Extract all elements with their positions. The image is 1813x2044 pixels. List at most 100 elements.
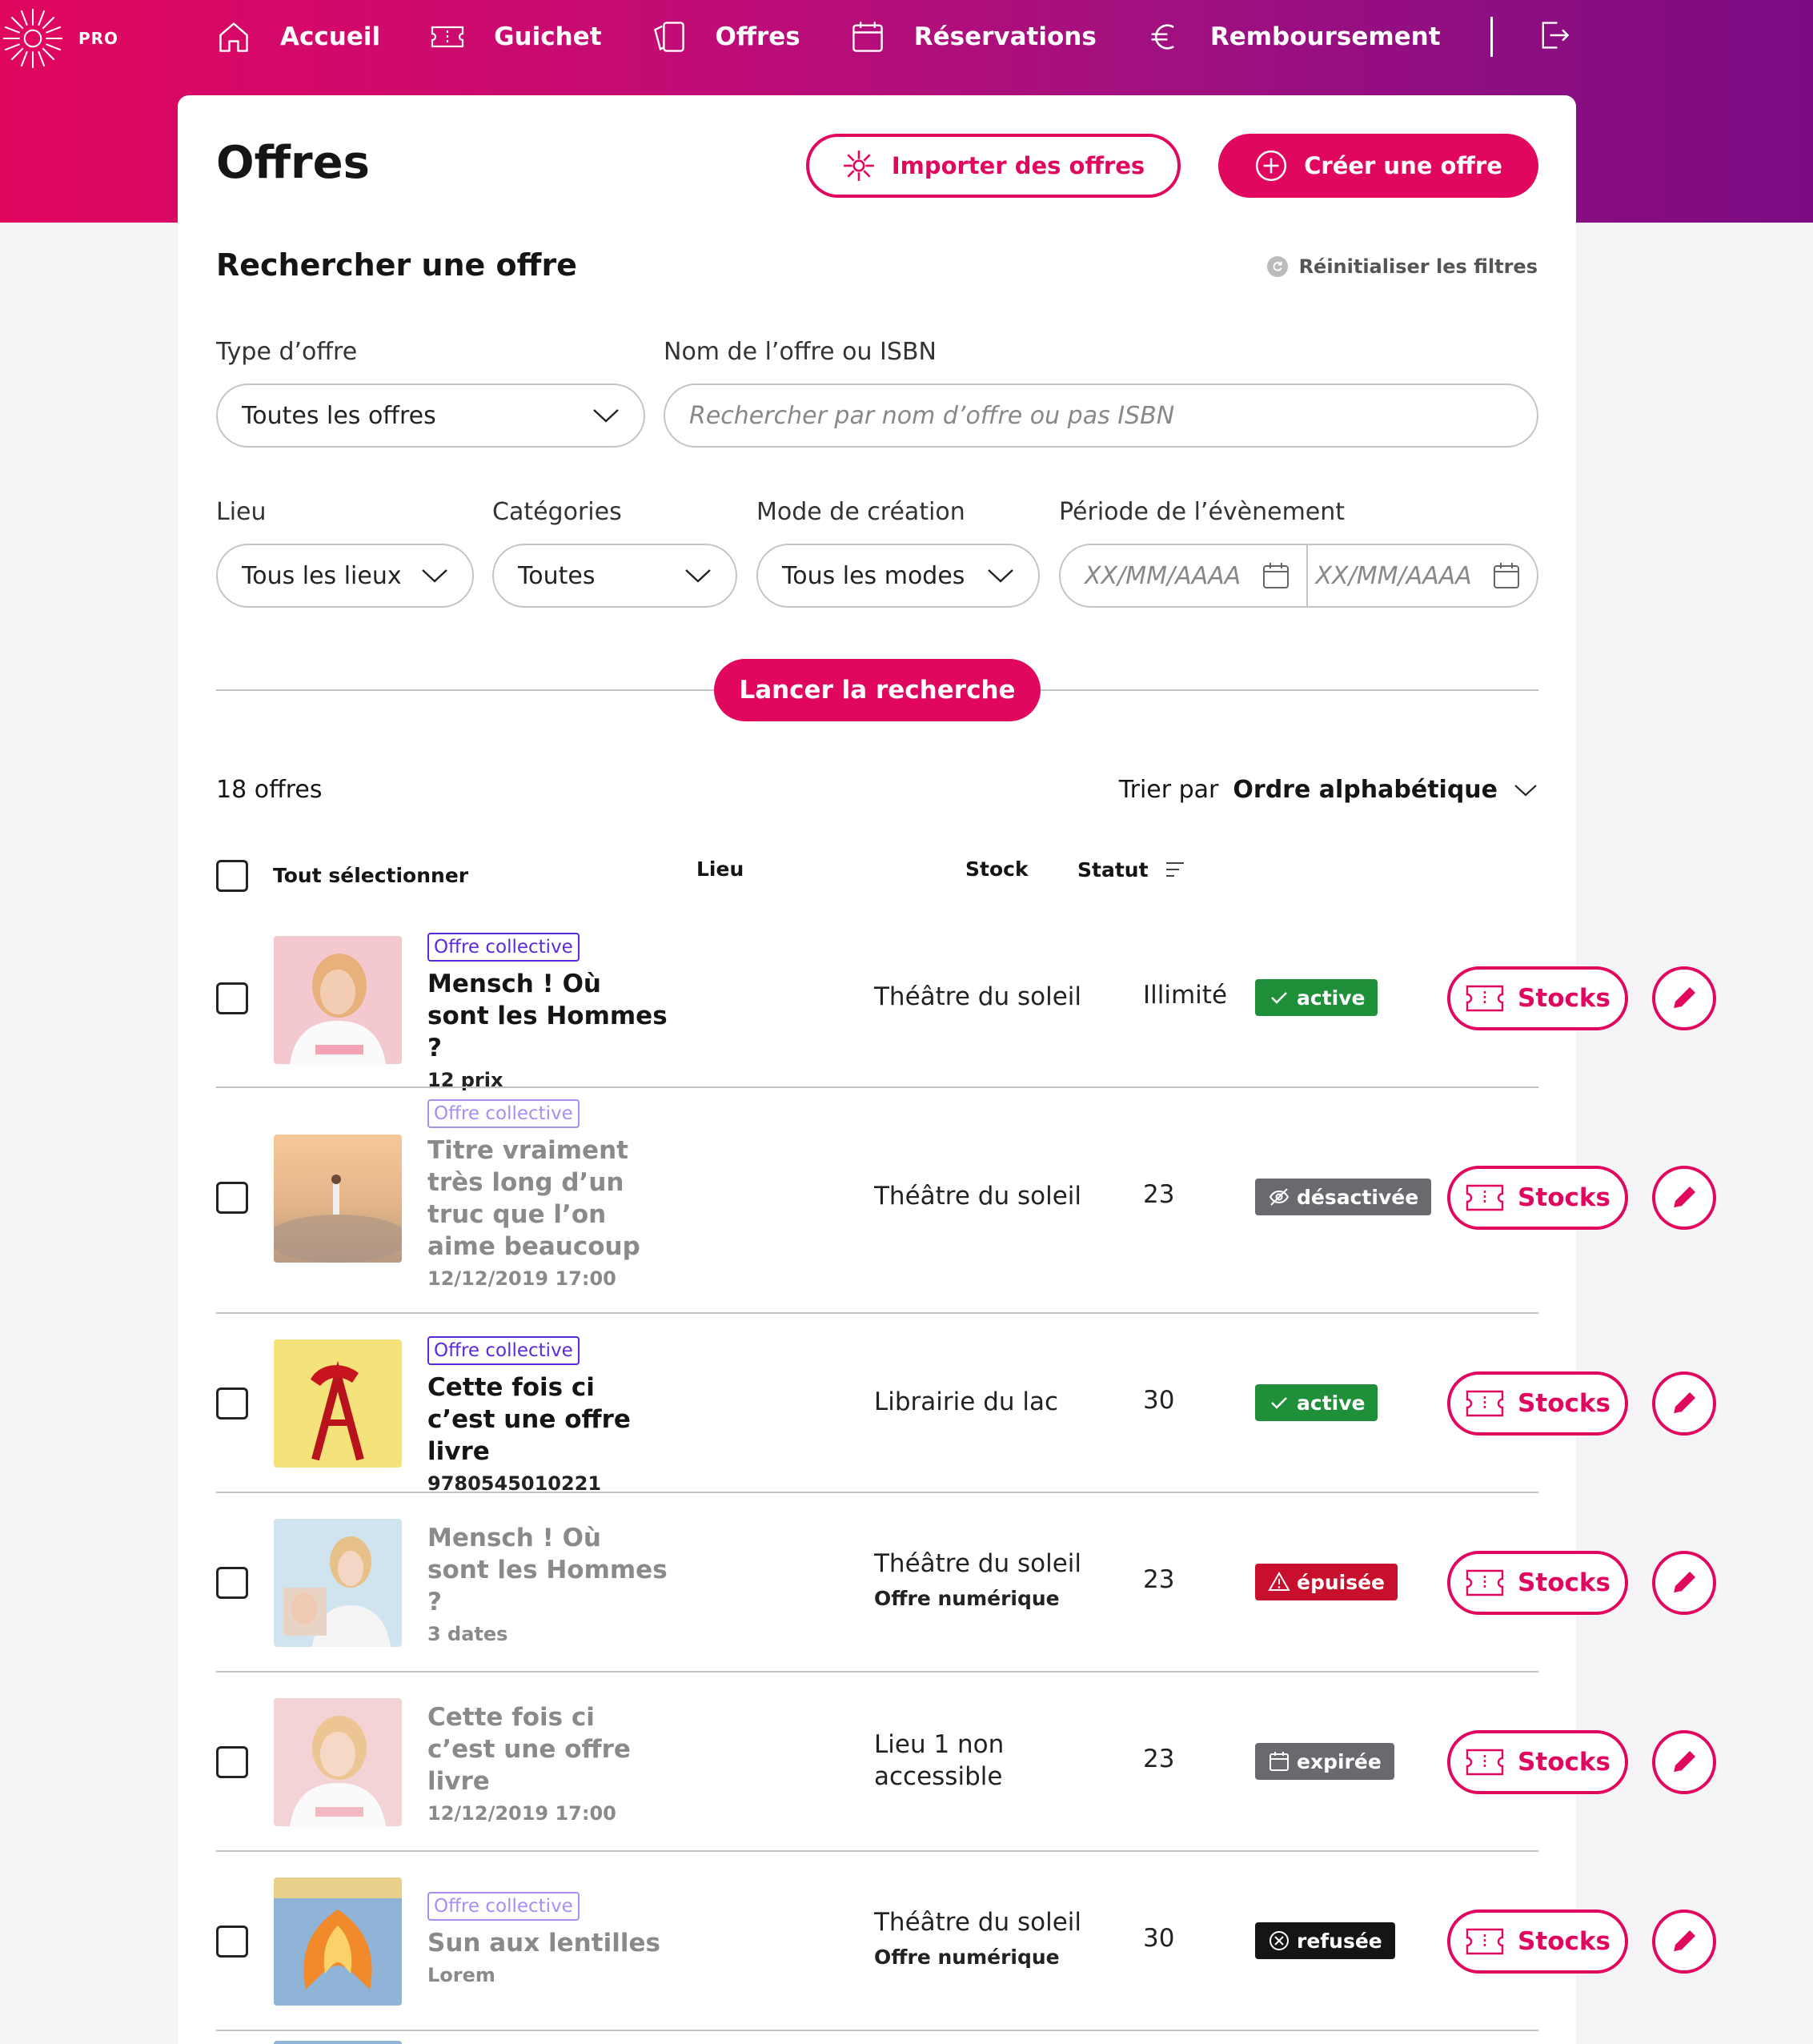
- type-label: Type d’offre: [216, 338, 358, 366]
- close-circle-icon: [1270, 1931, 1289, 1950]
- check-icon: [1271, 992, 1287, 1004]
- table-row: Offre collective Titre vraiment très lon…: [216, 1088, 1716, 1314]
- offer-title[interactable]: Cette fois ci c’est une offre livre: [427, 1701, 668, 1797]
- nav-divider: [1490, 17, 1493, 57]
- calendar-icon: [1494, 563, 1519, 588]
- ticket-icon: [1466, 1928, 1504, 1955]
- stocks-button[interactable]: Stocks: [1447, 1730, 1628, 1794]
- nav-guichet[interactable]: Guichet: [430, 19, 602, 54]
- status-label: expirée: [1297, 1749, 1382, 1773]
- offer-thumbnail[interactable]: [274, 1519, 402, 1647]
- nav-label: Offres: [715, 22, 800, 51]
- reset-filters-label: Réinitialiser les filtres: [1298, 255, 1538, 278]
- offer-title[interactable]: Titre vraiment très long d’un truc que l…: [427, 1134, 668, 1263]
- period-label: Période de l’évènement: [1059, 498, 1346, 526]
- search-input[interactable]: Rechercher par nom d’offre ou pas ISBN: [664, 384, 1538, 448]
- logout-button[interactable]: [1536, 18, 1571, 56]
- edit-button[interactable]: [1652, 1730, 1716, 1794]
- column-lieu: Lieu: [696, 857, 744, 881]
- offer-thumbnail[interactable]: [274, 1339, 402, 1468]
- ticket-icon: [1466, 1569, 1504, 1596]
- offers-card: Offres Importer des offres Créer une off…: [178, 95, 1716, 2044]
- chevron-down-icon: [422, 569, 447, 583]
- refresh-icon: [1266, 256, 1288, 277]
- offer-title[interactable]: Sun aux lentilles: [427, 1927, 668, 1959]
- search-submit-button[interactable]: Lancer la recherche: [714, 659, 1041, 721]
- stocks-button[interactable]: Stocks: [1447, 1371, 1628, 1436]
- offer-stock: 23: [1143, 1745, 1175, 1773]
- stocks-label: Stocks: [1518, 1748, 1610, 1777]
- nav-reservations[interactable]: Réservations: [850, 19, 1097, 54]
- stocks-button[interactable]: Stocks: [1447, 966, 1628, 1030]
- logout-icon: [1542, 22, 1569, 49]
- edit-button[interactable]: [1652, 1166, 1716, 1230]
- offer-lieu: Librairie du lac: [874, 1387, 1059, 1416]
- column-statut[interactable]: Statut: [1077, 857, 1187, 881]
- sort-select[interactable]: Trier par Ordre alphabétique: [1119, 776, 1538, 804]
- pencil-icon: [1673, 1187, 1695, 1209]
- offer-thumbnail[interactable]: [274, 936, 402, 1064]
- nav-remboursement[interactable]: Remboursement: [1146, 19, 1441, 54]
- search-placeholder: Rechercher par nom d’offre ou pas ISBN: [689, 401, 1175, 430]
- row-checkbox[interactable]: [216, 1567, 248, 1599]
- offer-thumbnail[interactable]: [274, 1877, 402, 2006]
- offer-title[interactable]: Mensch ! Où sont les Hommes ?: [427, 1522, 668, 1618]
- stocks-button[interactable]: Stocks: [1447, 1551, 1628, 1615]
- status-badge: active: [1255, 1384, 1378, 1421]
- nav-accueil[interactable]: Accueil: [216, 19, 380, 54]
- date-start-input[interactable]: XX/MM/AAAA: [1085, 545, 1306, 606]
- row-checkbox[interactable]: [216, 1182, 248, 1214]
- stocks-label: Stocks: [1518, 1389, 1610, 1418]
- edit-button[interactable]: [1652, 1551, 1716, 1615]
- edit-button[interactable]: [1652, 1371, 1716, 1436]
- pass-culture-logo[interactable]: PRO: [0, 3, 128, 74]
- collective-tag: Offre collective: [427, 933, 580, 962]
- status-badge: épuisée: [1255, 1564, 1398, 1600]
- divider: [1041, 689, 1538, 691]
- pencil-icon: [1673, 1751, 1695, 1773]
- stocks-button[interactable]: Stocks: [1447, 1909, 1628, 1974]
- nav-offres[interactable]: Offres: [652, 19, 800, 54]
- row-checkbox[interactable]: [216, 1926, 248, 1958]
- offer-title[interactable]: Cette fois ci c’est une offre livre: [427, 1371, 668, 1468]
- categories-select[interactable]: Toutes: [492, 544, 737, 608]
- table-row: Mensch ! Où sont les Hommes ? 3 dates Th…: [216, 1493, 1716, 1673]
- offer-thumbnail[interactable]: [274, 1134, 402, 1263]
- offer-lieu: Théâtre du soleil: [874, 1182, 1082, 1211]
- reset-filters-button[interactable]: Réinitialiser les filtres: [1266, 255, 1538, 278]
- chevron-down-icon: [1514, 784, 1537, 796]
- stocks-button[interactable]: Stocks: [1447, 1166, 1628, 1230]
- lieu-label: Lieu: [216, 498, 267, 526]
- offer-info: Cette fois ci c’est une offre livre 12/1…: [427, 1701, 668, 1825]
- chevron-down-icon: [685, 569, 711, 583]
- period-range: XX/MM/AAAA XX/MM/AAAA: [1059, 544, 1538, 608]
- row-checkbox[interactable]: [216, 1387, 248, 1420]
- select-all-checkbox[interactable]: [216, 860, 248, 892]
- status-badge: désactivée: [1255, 1179, 1432, 1215]
- offer-title[interactable]: Mensch ! Où sont les Hommes ?: [427, 968, 668, 1064]
- offer-thumbnail[interactable]: [274, 2041, 402, 2044]
- edit-button[interactable]: [1652, 1909, 1716, 1974]
- row-checkbox[interactable]: [216, 1746, 248, 1778]
- type-value: Toutes les offres: [242, 401, 436, 430]
- create-offer-button[interactable]: Créer une offre: [1218, 134, 1538, 198]
- edit-button[interactable]: [1652, 966, 1716, 1030]
- offers-icon: [653, 22, 684, 52]
- chevron-down-icon: [988, 569, 1013, 583]
- offer-stock: 30: [1143, 1386, 1175, 1415]
- mode-value: Tous les modes: [782, 561, 965, 590]
- status-badge: active: [1255, 979, 1378, 1016]
- row-checkbox[interactable]: [216, 982, 248, 1014]
- offer-thumbnail[interactable]: [274, 1698, 402, 1826]
- type-select[interactable]: Toutes les offres: [216, 384, 645, 448]
- mode-label: Mode de création: [756, 498, 965, 526]
- divider: [216, 689, 714, 691]
- pencil-icon: [1673, 1572, 1695, 1594]
- lieu-select[interactable]: Tous les lieux: [216, 544, 474, 608]
- date-end-input[interactable]: XX/MM/AAAA: [1316, 545, 1522, 606]
- nav-label: Guichet: [494, 22, 602, 51]
- import-offers-button[interactable]: Importer des offres: [806, 134, 1181, 198]
- table-row: Offre collective Mensch ! Où sont les Ho…: [216, 912, 1716, 1091]
- mode-select[interactable]: Tous les modes: [756, 544, 1040, 608]
- collective-tag: Offre collective: [427, 1099, 580, 1128]
